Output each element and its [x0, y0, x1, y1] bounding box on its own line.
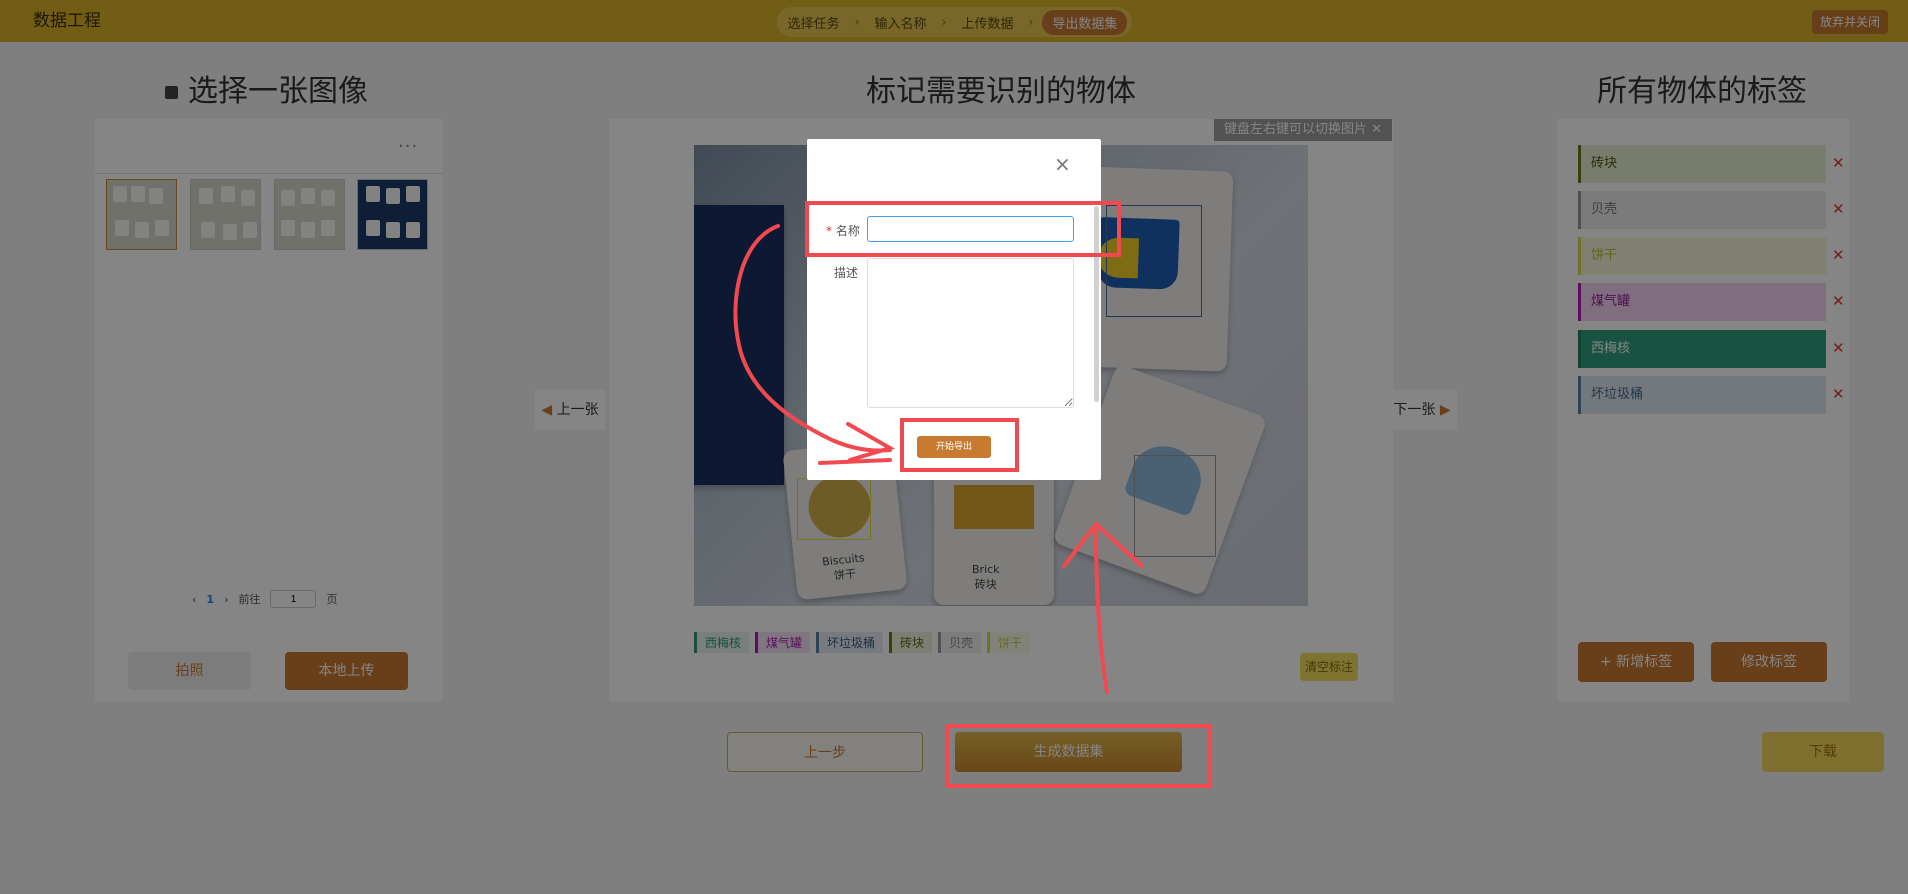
hand-drawn-arrows — [733, 224, 1144, 694]
